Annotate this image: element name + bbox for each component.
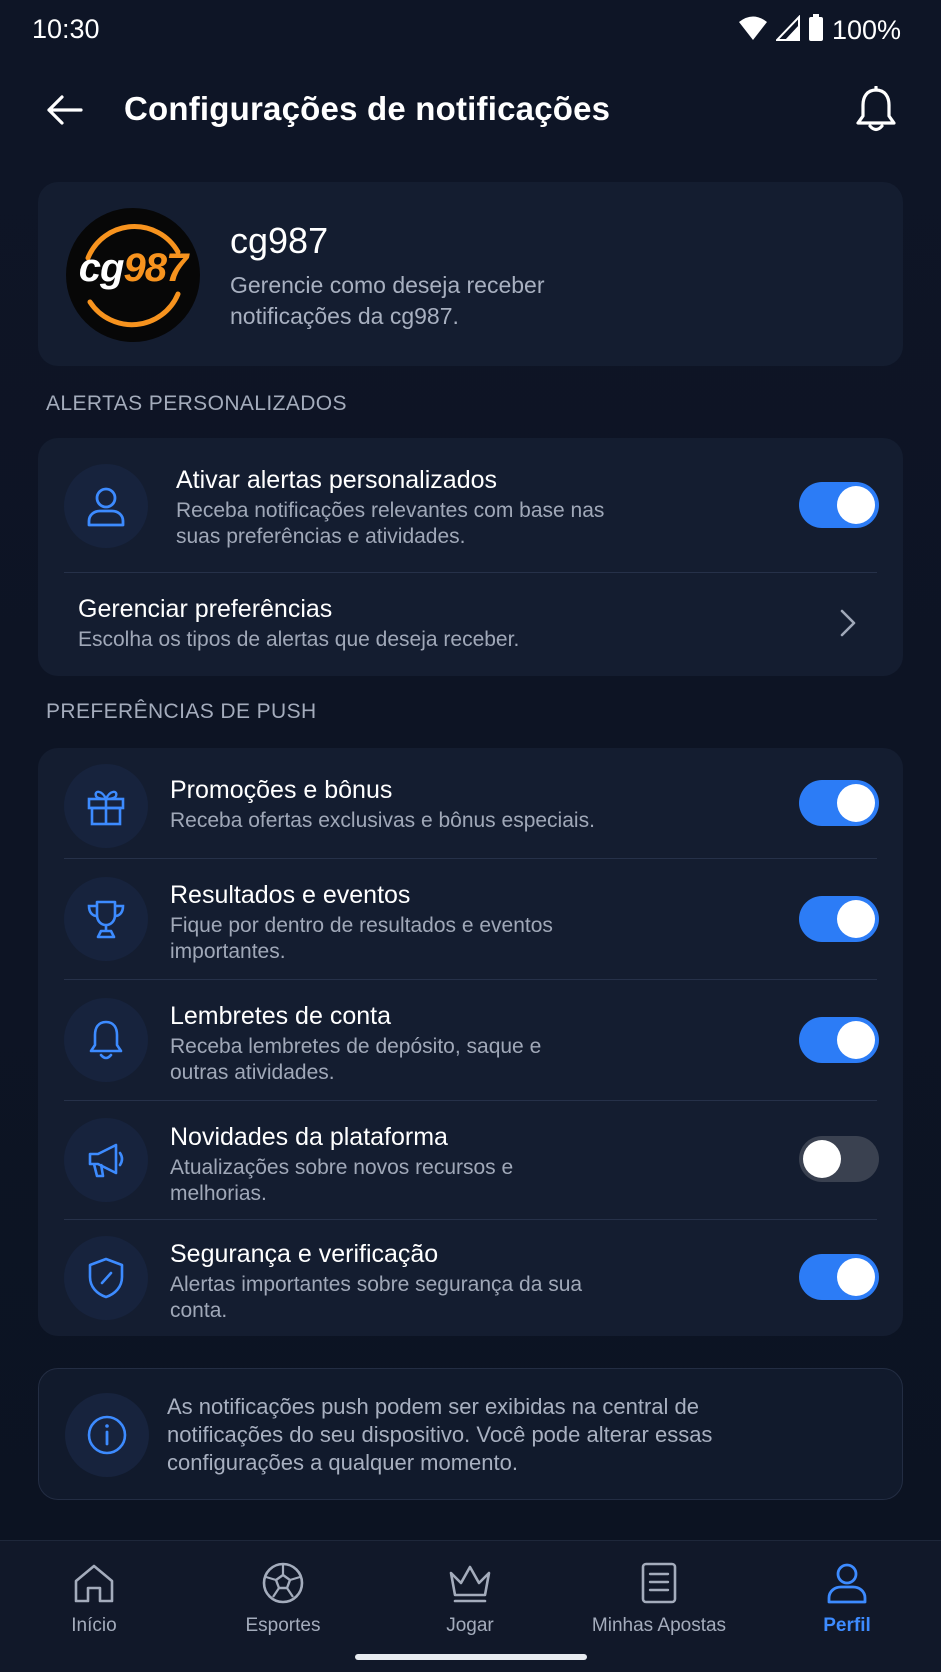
nav-label: Perfil bbox=[823, 1615, 871, 1636]
push-item-results[interactable]: Resultados e eventos Fique por dentro de… bbox=[38, 859, 903, 979]
home-indicator[interactable] bbox=[355, 1654, 587, 1660]
platform-news-toggle[interactable] bbox=[799, 1136, 879, 1182]
soccer-ball-icon bbox=[259, 1559, 307, 1607]
toggle-knob bbox=[803, 1140, 841, 1178]
section-label-alerts: ALERTAS PERSONALIZADOS bbox=[46, 392, 347, 415]
bottom-navigation: Início Esportes Jogar Minhas Apostas Per… bbox=[0, 1540, 941, 1672]
nav-label: Jogar bbox=[446, 1615, 494, 1636]
security-toggle[interactable] bbox=[799, 1254, 879, 1300]
status-bar: 10:30 100% bbox=[0, 0, 941, 60]
brand-name: cg987 bbox=[230, 220, 329, 261]
push-preferences-card: Promoções e bônus Receba ofertas exclusi… bbox=[38, 748, 903, 1336]
gift-icon bbox=[64, 764, 148, 848]
push-item-title: Segurança e verificação bbox=[170, 1240, 439, 1268]
nav-label: Esportes bbox=[245, 1615, 321, 1636]
info-card: As notificações push podem ser exibidas … bbox=[38, 1368, 903, 1500]
crown-icon bbox=[446, 1559, 494, 1607]
brand-card: cg987 cg987 Gerencie como deseja receber… bbox=[38, 182, 903, 366]
nav-item-my-bets[interactable]: Minhas Apostas bbox=[574, 1559, 744, 1649]
top-app-bar: Configurações de notificações bbox=[0, 70, 941, 150]
activate-alerts-description: Receba notificações relevantes com base … bbox=[176, 499, 605, 548]
push-item-promotions[interactable]: Promoções e bônus Receba ofertas exclusi… bbox=[38, 748, 903, 858]
user-icon bbox=[823, 1559, 871, 1607]
push-item-security[interactable]: Segurança e verificação Alertas importan… bbox=[38, 1220, 903, 1336]
results-toggle[interactable] bbox=[799, 896, 879, 942]
nav-label: Minhas Apostas bbox=[591, 1615, 727, 1636]
arrow-left-icon bbox=[47, 95, 83, 125]
back-button[interactable] bbox=[40, 88, 88, 132]
logo-text-987: 987 bbox=[123, 246, 188, 290]
push-item-description: Receba ofertas exclusivas e bônus especi… bbox=[170, 809, 595, 832]
account-reminders-toggle[interactable] bbox=[799, 1017, 879, 1063]
push-item-title: Novidades da plataforma bbox=[170, 1123, 448, 1151]
activate-alerts-row[interactable]: Ativar alertas personalizados Receba not… bbox=[38, 438, 903, 572]
logo-text-cg: cg bbox=[78, 246, 125, 290]
push-item-title: Lembretes de conta bbox=[170, 1002, 391, 1030]
trophy-icon bbox=[64, 877, 148, 961]
status-indicators: 100% bbox=[738, 14, 901, 47]
push-item-platform-news[interactable]: Novidades da plataforma Atualizações sob… bbox=[38, 1101, 903, 1219]
bell-icon bbox=[64, 998, 148, 1082]
push-item-description: Fique por dentro de resultados e eventos… bbox=[170, 914, 553, 963]
brand-description: Gerencie como deseja receber notificaçõe… bbox=[230, 272, 545, 329]
toggle-knob bbox=[837, 486, 875, 524]
activate-alerts-title: Ativar alertas personalizados bbox=[176, 466, 497, 494]
manage-preferences-description: Escolha os tipos de alertas que deseja r… bbox=[78, 628, 520, 651]
nav-item-profile[interactable]: Perfil bbox=[762, 1559, 932, 1649]
megaphone-icon bbox=[64, 1118, 148, 1202]
logo-wordmark: cg987 bbox=[66, 246, 200, 291]
section-label-push: PREFERÊNCIAS DE PUSH bbox=[46, 700, 317, 723]
push-item-title: Promoções e bônus bbox=[170, 776, 393, 804]
nav-item-sports[interactable]: Esportes bbox=[198, 1559, 368, 1649]
promotions-toggle[interactable] bbox=[799, 780, 879, 826]
wifi-icon bbox=[738, 15, 768, 46]
nav-item-play[interactable]: Jogar bbox=[385, 1559, 555, 1649]
toggle-knob bbox=[837, 784, 875, 822]
push-item-description: Alertas importantes sobre segurança da s… bbox=[170, 1273, 583, 1322]
toggle-knob bbox=[837, 900, 875, 938]
toggle-knob bbox=[837, 1021, 875, 1059]
toggle-knob bbox=[837, 1258, 875, 1296]
push-item-description: Receba lembretes de depósito, saque e ou… bbox=[170, 1035, 542, 1084]
bell-icon bbox=[856, 86, 896, 132]
activate-alerts-toggle[interactable] bbox=[799, 482, 879, 528]
alerts-card: Ativar alertas personalizados Receba not… bbox=[38, 438, 903, 676]
status-time: 10:30 bbox=[32, 14, 100, 44]
push-item-account-reminders[interactable]: Lembretes de conta Receba lembretes de d… bbox=[38, 980, 903, 1100]
brand-logo: cg987 bbox=[66, 208, 200, 342]
info-text: As notificações push podem ser exibidas … bbox=[167, 1394, 713, 1475]
signal-icon bbox=[774, 14, 800, 46]
manage-preferences-title: Gerenciar preferências bbox=[78, 595, 333, 623]
page-title: Configurações de notificações bbox=[124, 90, 611, 127]
info-icon bbox=[65, 1393, 149, 1477]
battery-icon bbox=[808, 14, 824, 47]
chevron-right-icon bbox=[833, 605, 863, 641]
manage-preferences-row[interactable]: Gerenciar preferências Escolha os tipos … bbox=[38, 573, 903, 676]
nav-label: Início bbox=[71, 1615, 117, 1636]
nav-item-home[interactable]: Início bbox=[9, 1559, 179, 1649]
document-icon bbox=[635, 1559, 683, 1607]
push-item-title: Resultados e eventos bbox=[170, 881, 411, 909]
shield-icon bbox=[64, 1236, 148, 1320]
push-item-description: Atualizações sobre novos recursos e melh… bbox=[170, 1156, 514, 1205]
home-icon bbox=[70, 1559, 118, 1607]
notification-settings-screen: 10:30 100% Configurações de notificações bbox=[0, 0, 941, 1672]
battery-percent: 100% bbox=[831, 15, 901, 45]
user-icon bbox=[64, 464, 148, 548]
notifications-button[interactable] bbox=[851, 84, 901, 136]
